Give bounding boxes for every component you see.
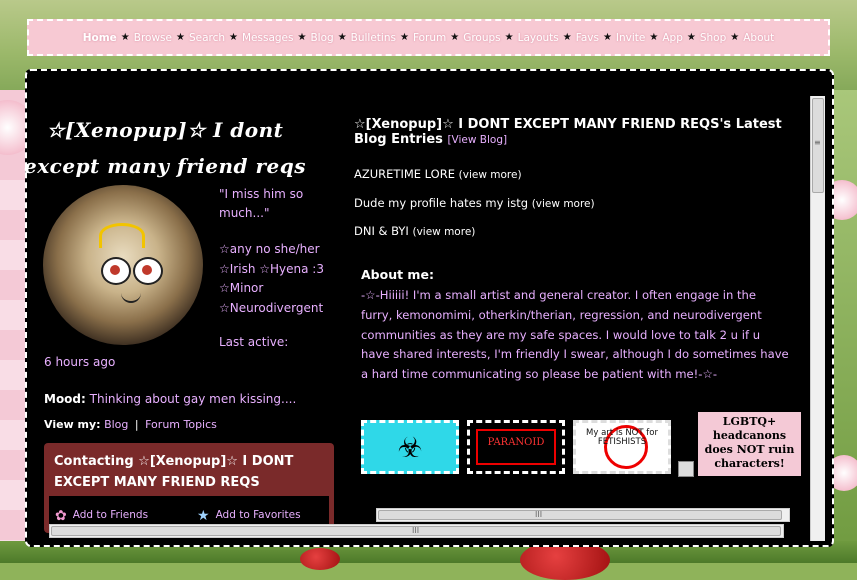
view-more-link[interactable]: (view more) bbox=[459, 169, 522, 181]
info-line: ☆Minor bbox=[219, 281, 264, 295]
profile-info: ☆any no she/her ☆Irish ☆Hyena :3 ☆Minor … bbox=[219, 240, 349, 318]
ladybug-decoration bbox=[300, 548, 340, 570]
contact-title: Contacting ☆[Xenopup]☆ I DONT EXCEPT MAN… bbox=[54, 454, 294, 490]
nav-blog[interactable]: Blog bbox=[310, 32, 333, 44]
scroll-grip-icon: ≡ bbox=[814, 138, 821, 147]
nav-about[interactable]: About bbox=[743, 32, 774, 44]
nav-separator-icon: ★ bbox=[686, 32, 696, 43]
mouth-icon bbox=[121, 293, 141, 303]
fetishists-text: My art is NOT for FETISHISTS bbox=[586, 428, 658, 447]
blog-title: ☆[Xenopup]☆ I DONT EXCEPT MANY FRIEND RE… bbox=[354, 117, 794, 148]
add-to-favorites-link[interactable]: ★ Add to Favorites bbox=[197, 508, 301, 524]
avatar[interactable] bbox=[43, 185, 203, 345]
top-nav: Home ★ Browse ★ Search ★ Messages ★ Blog ★ Bulleti… bbox=[27, 19, 830, 56]
not-for-fetishists-stamp: My art is NOT for FETISHISTS bbox=[573, 420, 671, 474]
scroll-grip-icon: III bbox=[412, 526, 420, 535]
blog-entry: AZURETIME LORE (view more) bbox=[354, 167, 522, 181]
view-more-link[interactable]: (view more) bbox=[412, 226, 475, 238]
blog-entry-title[interactable]: DNI & BYI bbox=[354, 224, 409, 238]
horizontal-scrollbar[interactable]: III bbox=[376, 508, 790, 522]
add-to-favorites-label: Add to Favorites bbox=[215, 509, 301, 521]
star-icon: ★ bbox=[197, 508, 210, 524]
nav-separator-icon: ★ bbox=[120, 32, 130, 43]
nav-layouts[interactable]: Layouts bbox=[518, 32, 559, 44]
nav-invite[interactable]: Invite bbox=[616, 32, 645, 44]
horizontal-scroll-thumb[interactable] bbox=[378, 510, 782, 520]
about-heading: About me: bbox=[361, 267, 434, 282]
add-to-friends-label: Add to Friends bbox=[72, 509, 149, 521]
last-active-label: Last active: bbox=[219, 335, 289, 349]
blog-entry: DNI & BYI (view more) bbox=[354, 224, 475, 238]
view-my-separator: | bbox=[134, 418, 139, 431]
lgbtq-text: LGBTQ+ headcanons does NOT ruin characte… bbox=[704, 415, 795, 470]
info-line: ☆any no she/her bbox=[219, 242, 320, 256]
paranoid-stamp: PARANOID bbox=[467, 420, 565, 474]
nav-separator-icon: ★ bbox=[730, 32, 740, 43]
nav-separator-icon: ★ bbox=[649, 32, 659, 43]
contact-box: Contacting ☆[Xenopup]☆ I DONT EXCEPT MAN… bbox=[44, 443, 334, 533]
nav-separator-icon: ★ bbox=[562, 32, 572, 43]
blog-entry: Dude my profile hates my istg (view more… bbox=[354, 196, 595, 210]
paranoid-text: PARANOID bbox=[487, 437, 545, 448]
profile-name: ☆[Xenopup]☆ I dont except many friend re… bbox=[24, 118, 306, 178]
view-my-label: View my: bbox=[44, 418, 101, 431]
blog-title-text: ☆[Xenopup]☆ I DONT EXCEPT MANY FRIEND RE… bbox=[354, 117, 782, 147]
broken-image-icon bbox=[678, 461, 694, 477]
nav-forum[interactable]: Forum bbox=[413, 32, 446, 44]
nav-separator-icon: ★ bbox=[602, 32, 612, 43]
mood: Mood: Thinking about gay men kissing.... bbox=[44, 392, 296, 406]
nav-separator-icon: ★ bbox=[450, 32, 460, 43]
blog-entry-title[interactable]: AZURETIME LORE bbox=[354, 167, 455, 181]
nav-separator-icon: ★ bbox=[297, 32, 307, 43]
nav-separator-icon: ★ bbox=[399, 32, 409, 43]
crown-icon bbox=[99, 223, 145, 248]
add-to-friends-link[interactable]: ✿ Add to Friends bbox=[55, 508, 148, 524]
profile-quote: "I miss him so much..." bbox=[219, 187, 304, 220]
nav-messages[interactable]: Messages bbox=[242, 32, 294, 44]
nav-separator-icon: ★ bbox=[504, 32, 514, 43]
view-blog-link[interactable]: Blog bbox=[104, 418, 128, 431]
view-more-link[interactable]: (view more) bbox=[532, 198, 595, 210]
lgbtq-stamp: LGBTQ+ headcanons does NOT ruin characte… bbox=[698, 412, 801, 476]
vertical-scrollbar[interactable]: ≡ bbox=[810, 96, 825, 541]
mood-label: Mood: bbox=[44, 392, 86, 406]
eye-icon bbox=[133, 257, 163, 285]
nav-home[interactable]: Home bbox=[83, 32, 117, 44]
nav-browse[interactable]: Browse bbox=[134, 32, 172, 44]
eye-icon bbox=[101, 257, 131, 285]
nav-search[interactable]: Search bbox=[189, 32, 225, 44]
nav-bulletins[interactable]: Bulletins bbox=[351, 32, 396, 44]
biohazard-icon: ☣ bbox=[397, 431, 423, 464]
mood-value: Thinking about gay men kissing.... bbox=[89, 392, 297, 406]
nav-separator-icon: ★ bbox=[337, 32, 347, 43]
info-line: ☆Irish ☆Hyena :3 bbox=[219, 261, 324, 276]
nav-shop[interactable]: Shop bbox=[700, 32, 726, 44]
flower-icon: ✿ bbox=[55, 508, 67, 524]
info-line: ☆Neurodivergent bbox=[219, 300, 324, 315]
nav-favs[interactable]: Favs bbox=[576, 32, 599, 44]
nav-groups[interactable]: Groups bbox=[463, 32, 500, 44]
view-my: View my: Blog | Forum Topics bbox=[44, 418, 217, 431]
blog-entry-title[interactable]: Dude my profile hates my istg bbox=[354, 196, 528, 210]
last-active-value: 6 hours ago bbox=[44, 355, 116, 369]
nav-separator-icon: ★ bbox=[175, 32, 185, 43]
view-blog-link[interactable]: [View Blog] bbox=[447, 134, 507, 146]
background-right bbox=[832, 90, 857, 563]
biohazard-stamp: ☣ bbox=[361, 420, 459, 474]
horizontal-scrollbar[interactable]: III bbox=[49, 524, 784, 538]
forum-topics-link[interactable]: Forum Topics bbox=[145, 418, 217, 431]
about-body: -☆-Hiiiii! I'm a small artist and genera… bbox=[361, 288, 789, 382]
scroll-grip-icon: III bbox=[535, 510, 543, 519]
nav-app[interactable]: App bbox=[662, 32, 683, 44]
nav-separator-icon: ★ bbox=[229, 32, 238, 43]
